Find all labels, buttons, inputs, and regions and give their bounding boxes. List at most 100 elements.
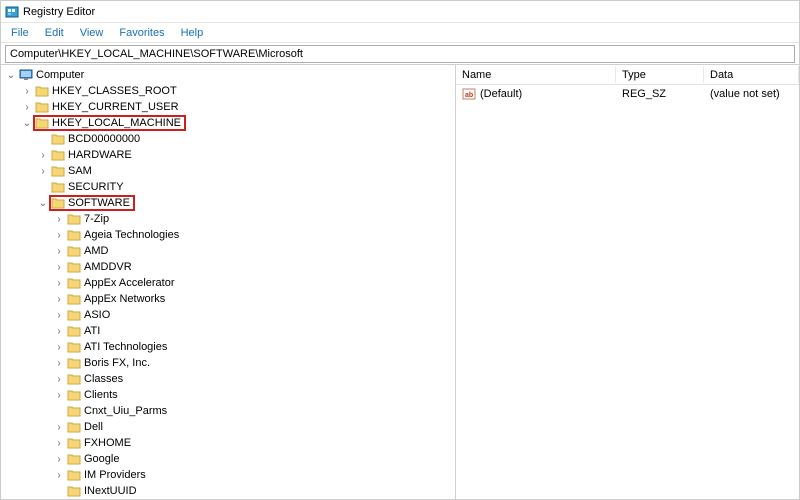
window-title: Registry Editor bbox=[23, 6, 95, 18]
expand-toggle[interactable]: › bbox=[53, 342, 65, 353]
tree-item-hardware[interactable]: ›HARDWARE bbox=[1, 147, 455, 163]
value-type: REG_SZ bbox=[616, 88, 704, 100]
tree-label: HKEY_CURRENT_USER bbox=[51, 101, 180, 113]
tree-item-bcd00000000[interactable]: BCD00000000 bbox=[1, 131, 455, 147]
tree-item-software[interactable]: ⌄SOFTWARE bbox=[1, 195, 455, 211]
content-area: ⌄Computer›HKEY_CLASSES_ROOT›HKEY_CURRENT… bbox=[1, 65, 799, 499]
tree-label: SECURITY bbox=[67, 181, 125, 193]
tree-label: ATI bbox=[83, 325, 101, 337]
tree-label: AMDDVR bbox=[83, 261, 133, 273]
folder-icon bbox=[35, 117, 49, 129]
list-header: Name Type Data bbox=[456, 65, 799, 85]
tree-item-hkey-local-machine[interactable]: ⌄HKEY_LOCAL_MACHINE bbox=[1, 115, 455, 131]
menu-help[interactable]: Help bbox=[173, 25, 212, 41]
expand-toggle[interactable]: › bbox=[53, 326, 65, 337]
folder-icon bbox=[51, 197, 65, 209]
tree-label: AppEx Accelerator bbox=[83, 277, 176, 289]
expand-toggle[interactable]: › bbox=[53, 390, 65, 401]
menu-favorites[interactable]: Favorites bbox=[111, 25, 172, 41]
expand-toggle[interactable]: › bbox=[53, 358, 65, 369]
address-input[interactable] bbox=[5, 45, 795, 63]
expand-toggle[interactable]: › bbox=[53, 422, 65, 433]
value-name: (Default) bbox=[480, 88, 522, 100]
folder-icon bbox=[67, 341, 81, 353]
value-data: (value not set) bbox=[704, 88, 799, 100]
column-name[interactable]: Name bbox=[456, 67, 616, 83]
tree-label: INextUUID bbox=[83, 485, 138, 497]
expand-toggle[interactable]: ⌄ bbox=[21, 118, 33, 129]
tree-pane[interactable]: ⌄Computer›HKEY_CLASSES_ROOT›HKEY_CURRENT… bbox=[1, 65, 456, 499]
folder-icon bbox=[67, 437, 81, 449]
column-data[interactable]: Data bbox=[704, 67, 799, 83]
tree-item-boris-fx-inc-[interactable]: ›Boris FX, Inc. bbox=[1, 355, 455, 371]
tree-item-asio[interactable]: › ASIO bbox=[1, 307, 455, 323]
expand-toggle[interactable]: ⌄ bbox=[5, 70, 17, 81]
tree-label: Computer bbox=[35, 69, 85, 81]
expand-toggle[interactable]: › bbox=[37, 166, 49, 177]
column-type[interactable]: Type bbox=[616, 67, 704, 83]
expand-toggle[interactable]: › bbox=[53, 230, 65, 241]
expand-toggle[interactable]: › bbox=[53, 454, 65, 465]
tree-label: 7-Zip bbox=[83, 213, 110, 225]
folder-icon bbox=[51, 149, 65, 161]
tree-item-appex-accelerator[interactable]: › AppEx Accelerator bbox=[1, 275, 455, 291]
menu-view[interactable]: View bbox=[72, 25, 112, 41]
folder-icon bbox=[67, 357, 81, 369]
tree-item-ageia-technologies[interactable]: › Ageia Technologies bbox=[1, 227, 455, 243]
tree-item-hkey-classes-root[interactable]: ›HKEY_CLASSES_ROOT bbox=[1, 83, 455, 99]
tree-item-cnxt-uiu-parms[interactable]: Cnxt_Uiu_Parms bbox=[1, 403, 455, 419]
expand-toggle[interactable]: › bbox=[53, 374, 65, 385]
tree-item-ati[interactable]: › ATI bbox=[1, 323, 455, 339]
menu-edit[interactable]: Edit bbox=[37, 25, 72, 41]
tree-item-appex-networks[interactable]: › AppEx Networks bbox=[1, 291, 455, 307]
expand-toggle[interactable]: › bbox=[53, 262, 65, 273]
expand-toggle[interactable]: › bbox=[53, 294, 65, 305]
tree-item-amddvr[interactable]: › AMDDVR bbox=[1, 259, 455, 275]
tree-item-security[interactable]: SECURITY bbox=[1, 179, 455, 195]
menu-file[interactable]: File bbox=[3, 25, 37, 41]
tree-item-dell[interactable]: ›Dell bbox=[1, 419, 455, 435]
expand-toggle[interactable]: › bbox=[53, 278, 65, 289]
tree-item-sam[interactable]: ›SAM bbox=[1, 163, 455, 179]
folder-icon bbox=[67, 277, 81, 289]
expand-toggle[interactable]: › bbox=[53, 470, 65, 481]
tree-label: AMD bbox=[83, 245, 109, 257]
address-bar bbox=[1, 43, 799, 65]
tree-item-clients[interactable]: › Clients bbox=[1, 387, 455, 403]
folder-icon bbox=[19, 69, 33, 81]
folder-icon bbox=[67, 405, 81, 417]
folder-icon bbox=[67, 293, 81, 305]
folder-icon bbox=[67, 229, 81, 241]
title-bar: Registry Editor bbox=[1, 1, 799, 23]
expand-toggle[interactable]: › bbox=[21, 102, 33, 113]
tree-label: Classes bbox=[83, 373, 124, 385]
tree-item-inextuuid[interactable]: INextUUID bbox=[1, 483, 455, 499]
expand-toggle[interactable]: › bbox=[53, 310, 65, 321]
tree-item-hkey-current-user[interactable]: › HKEY_CURRENT_USER bbox=[1, 99, 455, 115]
tree-item-google[interactable]: ›Google bbox=[1, 451, 455, 467]
tree-label: AppEx Networks bbox=[83, 293, 166, 305]
tree-label: Clients bbox=[83, 389, 119, 401]
tree-item-im-providers[interactable]: ›IM Providers bbox=[1, 467, 455, 483]
folder-icon bbox=[51, 133, 65, 145]
list-pane: Name Type Data ab (Default) REG_SZ (valu… bbox=[456, 65, 799, 499]
expand-toggle[interactable]: › bbox=[53, 438, 65, 449]
folder-icon bbox=[67, 485, 81, 497]
expand-toggle[interactable]: › bbox=[21, 86, 33, 97]
tree-label: ASIO bbox=[83, 309, 111, 321]
tree-item-fxhome[interactable]: ›FXHOME bbox=[1, 435, 455, 451]
folder-icon bbox=[51, 181, 65, 193]
tree-item-ati-technologies[interactable]: ›ATI Technologies bbox=[1, 339, 455, 355]
expand-toggle[interactable]: ⌄ bbox=[37, 198, 49, 209]
tree-item-7-zip[interactable]: › 7-Zip bbox=[1, 211, 455, 227]
folder-icon bbox=[67, 213, 81, 225]
tree-label: Ageia Technologies bbox=[83, 229, 180, 241]
expand-toggle[interactable]: › bbox=[53, 246, 65, 257]
tree-item-classes[interactable]: › Classes bbox=[1, 371, 455, 387]
tree-root-computer[interactable]: ⌄ Computer bbox=[1, 67, 455, 83]
expand-toggle[interactable]: › bbox=[37, 150, 49, 161]
tree-item-amd[interactable]: › AMD bbox=[1, 243, 455, 259]
svg-text:ab: ab bbox=[465, 92, 473, 99]
list-row[interactable]: ab (Default) REG_SZ (value not set) bbox=[456, 85, 799, 103]
expand-toggle[interactable]: › bbox=[53, 214, 65, 225]
